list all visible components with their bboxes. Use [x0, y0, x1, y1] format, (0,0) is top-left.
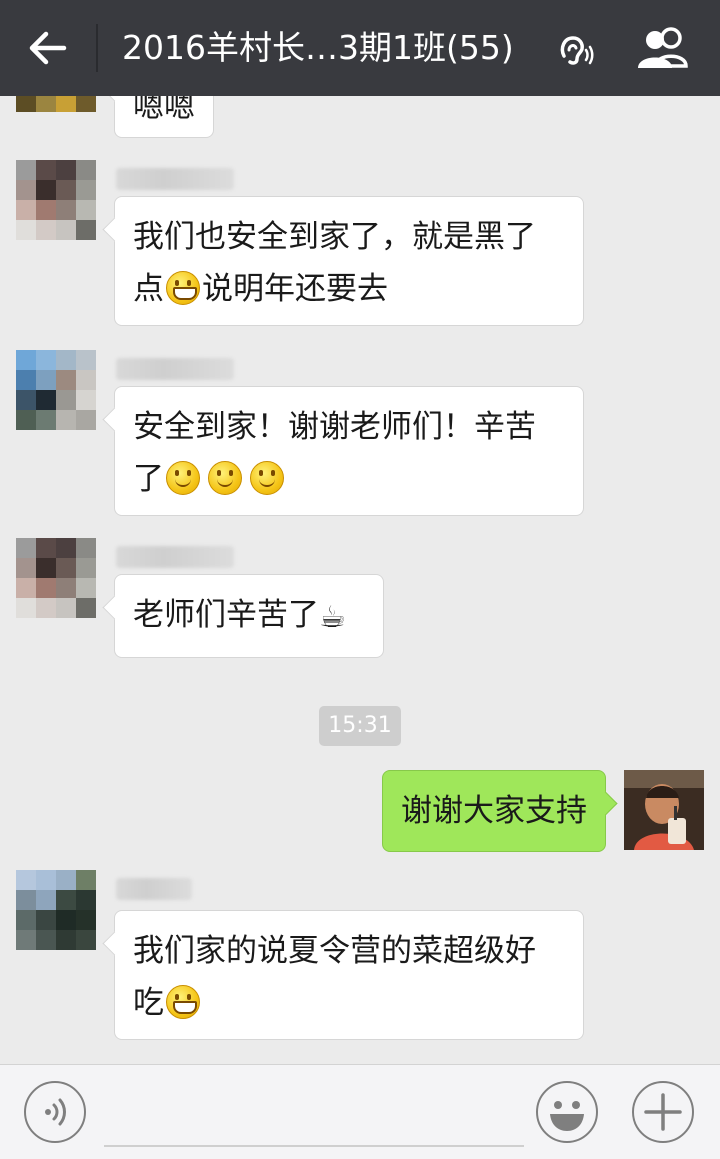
smile-emoji [250, 461, 284, 495]
message-text: 了 [133, 461, 164, 497]
plus-icon[interactable] [632, 1081, 694, 1143]
smile-emoji [208, 461, 242, 495]
message-bubble[interactable]: 我们家的说夏令营的菜超级好 吃 [114, 910, 584, 1040]
coffee-emoji: ☕ [319, 600, 346, 635]
message-input[interactable] [104, 1083, 524, 1147]
message-text: 谢谢大家支持 [401, 793, 587, 829]
message-text: 老师们辛苦了 [133, 597, 319, 633]
message-text: 吃 [133, 985, 164, 1021]
sender-name-blurred [116, 546, 234, 568]
title-bar: 2016羊村长…3期1班(55) [0, 0, 720, 96]
emoji-panel-icon[interactable] [536, 1081, 598, 1143]
message-bubble[interactable]: 我们也安全到家了，就是黑了 点 说明年还要去 [114, 196, 584, 326]
avatar[interactable] [16, 160, 96, 240]
message-text: 嗯嗯 [133, 96, 195, 125]
message-bubble[interactable]: 嗯嗯 [114, 96, 214, 138]
my-avatar[interactable] [624, 770, 704, 850]
sender-name-blurred [116, 168, 234, 190]
sender-name-blurred [116, 878, 192, 900]
grin-emoji [166, 985, 200, 1019]
message-text: 我们也安全到家了，就是黑了 [133, 219, 536, 255]
timestamp-label: 15:31 [319, 706, 401, 746]
grin-emoji [166, 271, 200, 305]
message-text: 安全到家！谢谢老师们！辛苦 [133, 409, 536, 445]
avatar[interactable] [16, 350, 96, 430]
message-bubble[interactable]: 安全到家！谢谢老师们！辛苦 了 [114, 386, 584, 516]
input-bar [0, 1064, 720, 1159]
message-text: 点 [133, 271, 164, 307]
group-members-icon[interactable] [634, 26, 694, 70]
avatar[interactable] [16, 96, 96, 112]
chat-title: 2016羊村长…3期1班(55) [122, 28, 514, 67]
my-message-bubble[interactable]: 谢谢大家支持 [382, 770, 606, 852]
smile-emoji [166, 461, 200, 495]
message-bubble[interactable]: 老师们辛苦了☕ [114, 574, 384, 658]
title-divider [96, 24, 98, 72]
avatar[interactable] [16, 870, 96, 950]
back-arrow-icon[interactable] [18, 18, 78, 78]
voice-input-icon[interactable] [24, 1081, 86, 1143]
earpiece-icon[interactable] [556, 30, 596, 70]
message-text: 说明年还要去 [202, 271, 388, 307]
sender-name-blurred [116, 358, 234, 380]
avatar[interactable] [16, 538, 96, 618]
chat-message-list[interactable]: 嗯嗯 我们也安全到家了，就是黑了 点 说明年还要去 安全到家！谢谢老师们！辛苦 了 [0, 96, 720, 1064]
message-text: 我们家的说夏令营的菜超级好 [133, 933, 536, 969]
